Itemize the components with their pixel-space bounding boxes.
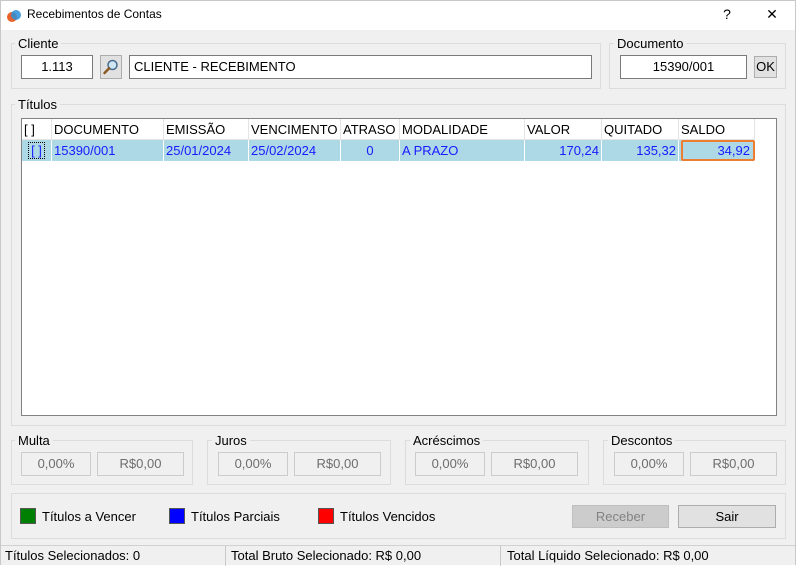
legend-label-vencer: Títulos a Vencer bbox=[42, 509, 136, 524]
multa-label: Multa bbox=[15, 433, 53, 448]
acrescimos-percent-field[interactable]: 0,00% bbox=[415, 452, 485, 476]
col-valor[interactable]: VALOR bbox=[525, 119, 602, 140]
titulos-grid[interactable]: [ ] DOCUMENTO EMISSÃO VENCIMENTO ATRASO … bbox=[21, 118, 777, 416]
col-check[interactable]: [ ] bbox=[22, 119, 52, 140]
search-button[interactable] bbox=[100, 55, 122, 79]
cliente-label: Cliente bbox=[15, 36, 62, 51]
legend-swatch-parciais bbox=[169, 508, 185, 524]
cell-atraso: 0 bbox=[341, 140, 400, 161]
legend-swatch-vencidos bbox=[318, 508, 334, 524]
row-check-text: [ ] bbox=[28, 142, 45, 159]
window-title: Recebimentos de Contas bbox=[27, 7, 162, 21]
main-window: Recebimentos de Contas ? ✕ Cliente 1.113… bbox=[0, 0, 796, 566]
row-checkbox[interactable]: [ ] bbox=[22, 140, 52, 161]
juros-amount-field[interactable]: R$0,00 bbox=[294, 452, 381, 476]
cell-vencimento: 25/02/2024 bbox=[249, 140, 341, 161]
title-bar: Recebimentos de Contas ? ✕ bbox=[1, 1, 795, 30]
sair-button[interactable]: Sair bbox=[678, 505, 776, 528]
cliente-name-field[interactable]: CLIENTE - RECEBIMENTO bbox=[129, 55, 592, 79]
app-icon bbox=[7, 10, 21, 22]
legend-label-parciais: Títulos Parciais bbox=[191, 509, 280, 524]
cell-emissao: 25/01/2024 bbox=[164, 140, 249, 161]
status-bar: Títulos Selecionados: 0 Total Bruto Sele… bbox=[1, 545, 795, 566]
col-vencimento[interactable]: VENCIMENTO bbox=[249, 119, 341, 140]
status-total-liquido: Total Líquido Selecionado: R$ 0,00 bbox=[507, 548, 709, 563]
status-total-bruto: Total Bruto Selecionado: R$ 0,00 bbox=[227, 546, 501, 566]
col-modalidade[interactable]: MODALIDADE bbox=[400, 119, 525, 140]
search-icon bbox=[103, 59, 118, 75]
help-button[interactable]: ? bbox=[704, 1, 750, 30]
cell-documento: 15390/001 bbox=[52, 140, 164, 161]
legend-label-vencidos: Títulos Vencidos bbox=[340, 509, 436, 524]
close-button[interactable]: ✕ bbox=[749, 1, 795, 30]
col-emissao[interactable]: EMISSÃO bbox=[164, 119, 249, 140]
legend-swatch-vencer bbox=[20, 508, 36, 524]
juros-percent-field[interactable]: 0,00% bbox=[218, 452, 288, 476]
cell-valor: 170,24 bbox=[525, 140, 602, 161]
receber-button[interactable]: Receber bbox=[572, 505, 669, 528]
titulos-label: Títulos bbox=[15, 97, 61, 112]
acrescimos-amount-field[interactable]: R$0,00 bbox=[491, 452, 578, 476]
col-documento[interactable]: DOCUMENTO bbox=[52, 119, 164, 140]
ok-button[interactable]: OK bbox=[754, 56, 777, 78]
acrescimos-label: Acréscimos bbox=[410, 433, 484, 448]
documento-label: Documento bbox=[614, 36, 687, 51]
col-quitado[interactable]: QUITADO bbox=[602, 119, 679, 140]
col-atraso[interactable]: ATRASO bbox=[341, 119, 400, 140]
saldo-highlight-box bbox=[681, 140, 755, 161]
cell-modalidade: A PRAZO bbox=[400, 140, 525, 161]
status-selecionados: Títulos Selecionados: 0 bbox=[1, 546, 226, 566]
cell-quitado: 135,32 bbox=[602, 140, 679, 161]
descontos-amount-field[interactable]: R$0,00 bbox=[690, 452, 777, 476]
juros-label: Juros bbox=[212, 433, 250, 448]
cliente-code-field[interactable]: 1.113 bbox=[21, 55, 93, 79]
table-row[interactable]: [ ] 15390/001 25/01/2024 25/02/2024 0 A … bbox=[22, 140, 755, 161]
multa-percent-field[interactable]: 0,00% bbox=[21, 452, 91, 476]
descontos-label: Descontos bbox=[608, 433, 676, 448]
documento-field[interactable]: 15390/001 bbox=[620, 55, 747, 79]
multa-amount-field[interactable]: R$0,00 bbox=[97, 452, 184, 476]
descontos-percent-field[interactable]: 0,00% bbox=[614, 452, 684, 476]
col-saldo[interactable]: SALDO bbox=[679, 119, 755, 140]
